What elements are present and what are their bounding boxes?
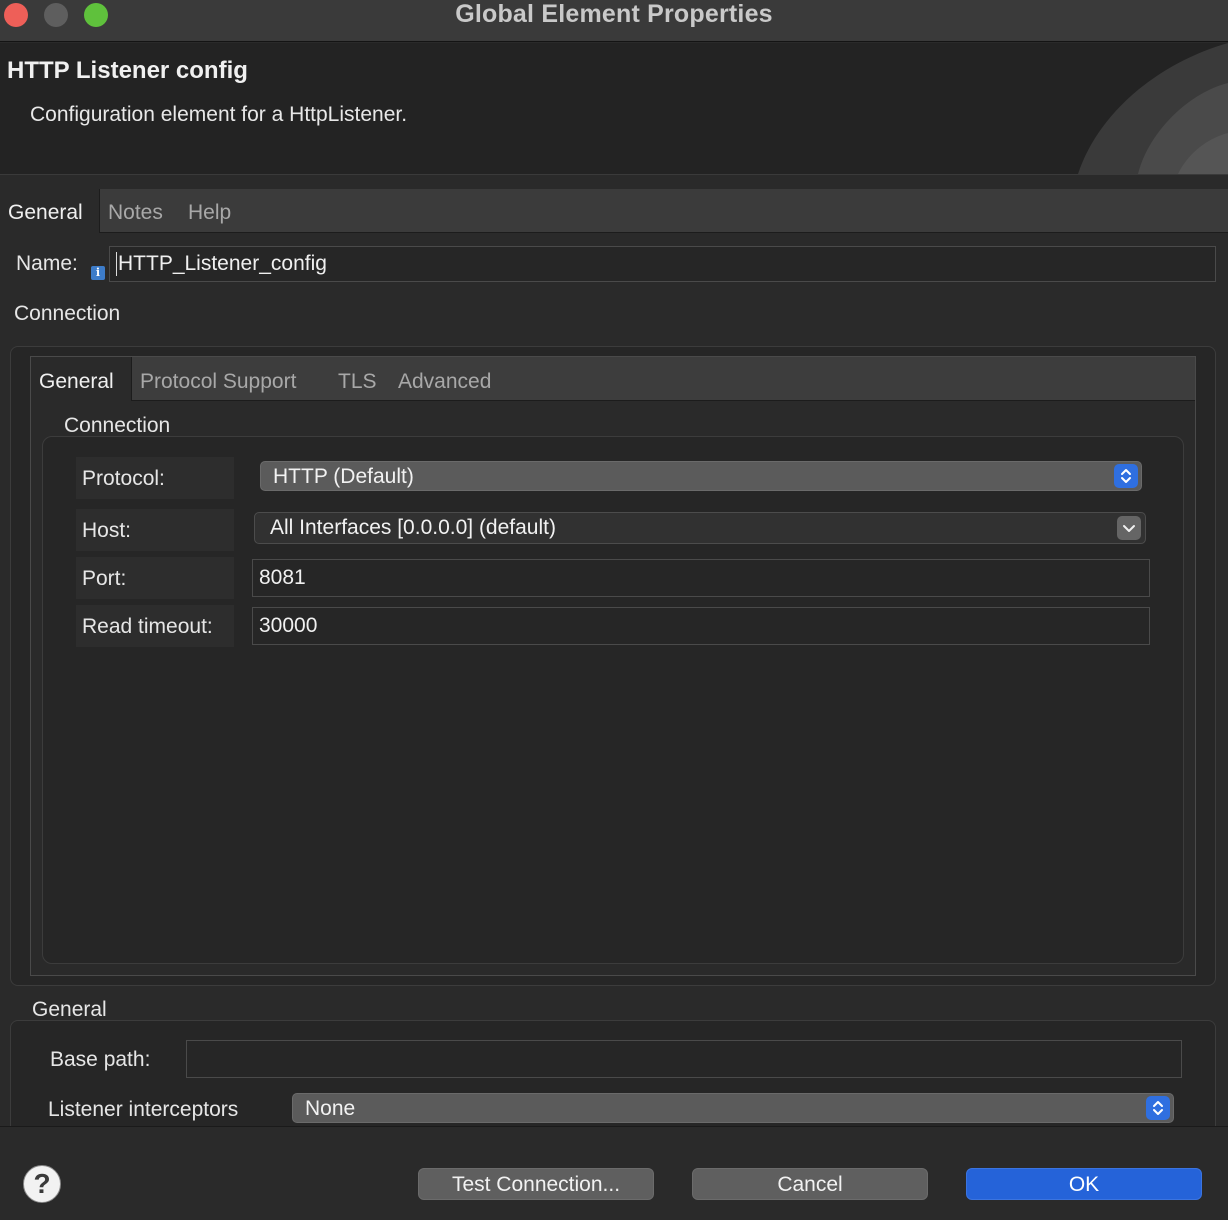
host-combobox[interactable]: All Interfaces [0.0.0.0] (default) [254,512,1146,544]
window-titlebar: Global Element Properties [0,0,1228,42]
help-button[interactable]: ? [23,1165,61,1203]
ok-button[interactable]: OK [966,1168,1202,1200]
general-section-label: General [32,998,107,1021]
info-icon[interactable]: i [91,266,105,280]
listener-interceptors-select[interactable]: None [292,1093,1174,1123]
tab-help[interactable]: Help [180,189,239,233]
listener-interceptors-label: Listener interceptors [48,1098,239,1121]
host-label: Host: [76,509,234,551]
name-input-value: HTTP_Listener_config [118,252,327,275]
connection-section-label: Connection [14,302,121,325]
read-timeout-label: Read timeout: [76,605,234,647]
protocol-select[interactable]: HTTP (Default) [260,461,1142,491]
tab-connection-general[interactable]: General [31,357,132,401]
dialog-header: HTTP Listener config Configuration eleme… [0,43,1228,175]
chevron-down-icon[interactable] [1117,516,1141,540]
protocol-label: Protocol: [76,457,234,499]
read-timeout-input[interactable]: 30000 [252,607,1150,645]
tab-notes[interactable]: Notes [100,189,171,233]
cancel-button[interactable]: Cancel [692,1168,928,1200]
tab-protocol-support[interactable]: Protocol Support [132,357,304,401]
name-label: Name: [16,252,78,275]
connection-tab-bar: General Protocol Support TLS Advanced [31,357,1195,401]
port-label: Port: [76,557,234,599]
tab-tls[interactable]: TLS [330,357,385,401]
test-connection-button[interactable]: Test Connection... [418,1168,654,1200]
connection-fieldset-label: Connection [64,414,171,437]
base-path-label: Base path: [50,1048,151,1071]
config-description: Configuration element for a HttpListener… [30,103,408,126]
listener-interceptors-value: None [305,1097,356,1120]
banner-decoration-icon [1078,43,1228,174]
tab-advanced[interactable]: Advanced [390,357,499,401]
protocol-value: HTTP (Default) [273,465,414,488]
port-input[interactable]: 8081 [252,559,1150,597]
tab-general[interactable]: General [0,189,100,233]
name-input[interactable]: HTTP_Listener_config [109,246,1216,282]
base-path-input[interactable] [186,1040,1182,1078]
window-title: Global Element Properties [455,0,773,28]
chevron-up-down-icon [1114,464,1138,488]
text-caret [116,252,117,277]
host-value: All Interfaces [0.0.0.0] (default) [270,516,556,539]
main-tab-bar: General Notes Help [0,189,1228,233]
config-title: HTTP Listener config [7,57,248,84]
chevron-up-down-icon [1146,1096,1170,1120]
